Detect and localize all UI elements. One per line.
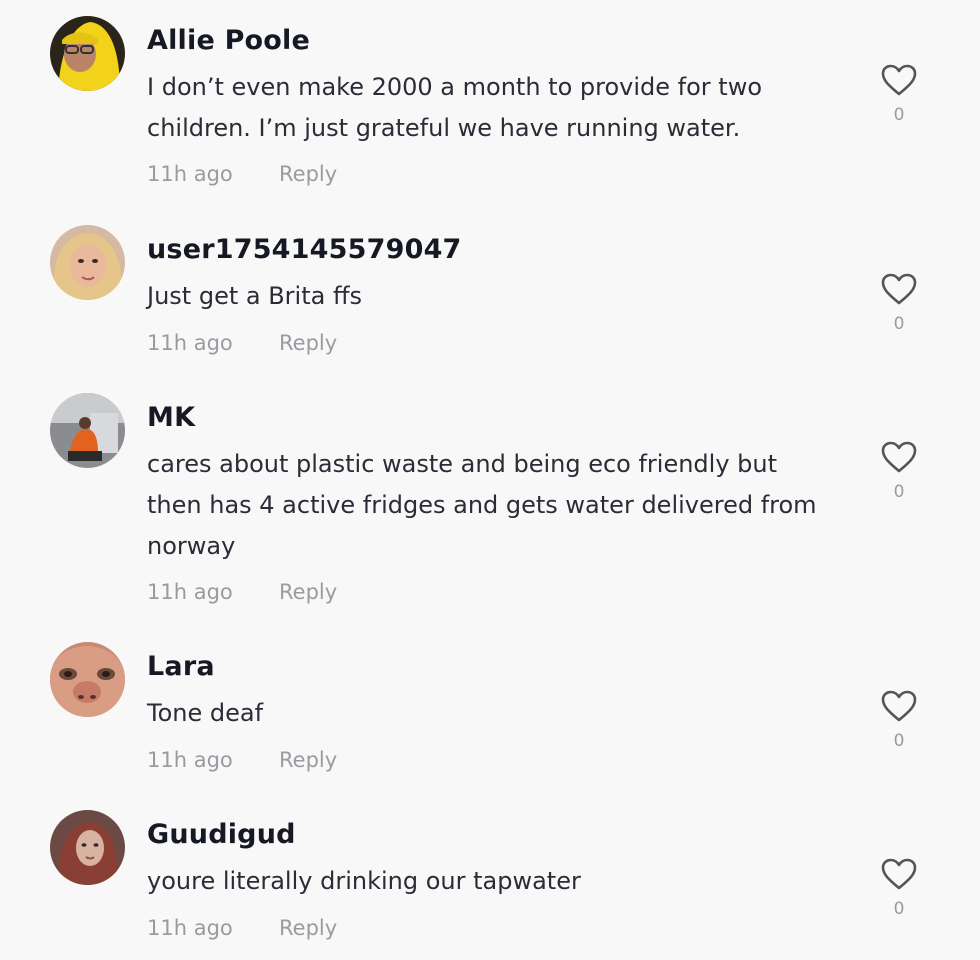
- like-count: 0: [893, 482, 905, 502]
- comment-text: I don’t even make 2000 a month to provid…: [147, 73, 762, 142]
- comment-timestamp: 11h ago: [147, 748, 233, 772]
- avatar[interactable]: [50, 810, 125, 885]
- comment-meta: 11h ago Reply: [147, 916, 337, 940]
- comment-username[interactable]: user1754145579047: [147, 234, 462, 265]
- comment-username[interactable]: Allie Poole: [147, 25, 310, 56]
- comment-item: Lara Tone deaf 11h ago Reply 0: [0, 626, 980, 796]
- reply-button[interactable]: Reply: [279, 748, 337, 772]
- like-count: 0: [893, 105, 905, 125]
- avatar[interactable]: [50, 642, 125, 717]
- comment-username[interactable]: MK: [147, 402, 195, 433]
- like-control: 0: [880, 689, 918, 751]
- comment-timestamp: 11h ago: [147, 916, 233, 940]
- comment-username[interactable]: Lara: [147, 651, 215, 682]
- like-count: 0: [893, 899, 905, 919]
- reply-button[interactable]: Reply: [279, 331, 337, 355]
- comment-timestamp: 11h ago: [147, 331, 233, 355]
- like-control: 0: [880, 63, 918, 125]
- comment-item: Allie Poole I don’t even make 2000 a mon…: [0, 0, 980, 200]
- comment-timestamp: 11h ago: [147, 162, 233, 186]
- comment-meta: 11h ago Reply: [147, 162, 337, 186]
- comment-meta: 11h ago Reply: [147, 331, 337, 355]
- heart-outline-icon[interactable]: [880, 689, 918, 723]
- comment-item: user1754145579047 Just get a Brita ffs 1…: [0, 209, 980, 379]
- like-count: 0: [893, 731, 905, 751]
- comment-text: Just get a Brita ffs: [147, 282, 362, 310]
- like-control: 0: [880, 440, 918, 502]
- comment-text: Tone deaf: [147, 699, 264, 727]
- like-control: 0: [880, 272, 918, 334]
- comment-username[interactable]: Guudigud: [147, 819, 296, 850]
- heart-outline-icon[interactable]: [880, 272, 918, 306]
- like-count: 0: [893, 314, 905, 334]
- comment-timestamp: 11h ago: [147, 580, 233, 604]
- like-control: 0: [880, 857, 918, 919]
- comment-item: MK cares about plastic waste and being e…: [0, 377, 980, 627]
- comment-text: youre literally drinking our tapwater: [147, 867, 581, 895]
- comment-item: Guudigud youre literally drinking our ta…: [0, 794, 980, 960]
- heart-outline-icon[interactable]: [880, 857, 918, 891]
- comment-meta: 11h ago Reply: [147, 580, 337, 604]
- comment-meta: 11h ago Reply: [147, 748, 337, 772]
- avatar[interactable]: [50, 225, 125, 300]
- heart-outline-icon[interactable]: [880, 440, 918, 474]
- avatar[interactable]: [50, 16, 125, 91]
- heart-outline-icon[interactable]: [880, 63, 918, 97]
- reply-button[interactable]: Reply: [279, 580, 337, 604]
- avatar[interactable]: [50, 393, 125, 468]
- comment-text: cares about plastic waste and being eco …: [147, 450, 817, 560]
- reply-button[interactable]: Reply: [279, 162, 337, 186]
- reply-button[interactable]: Reply: [279, 916, 337, 940]
